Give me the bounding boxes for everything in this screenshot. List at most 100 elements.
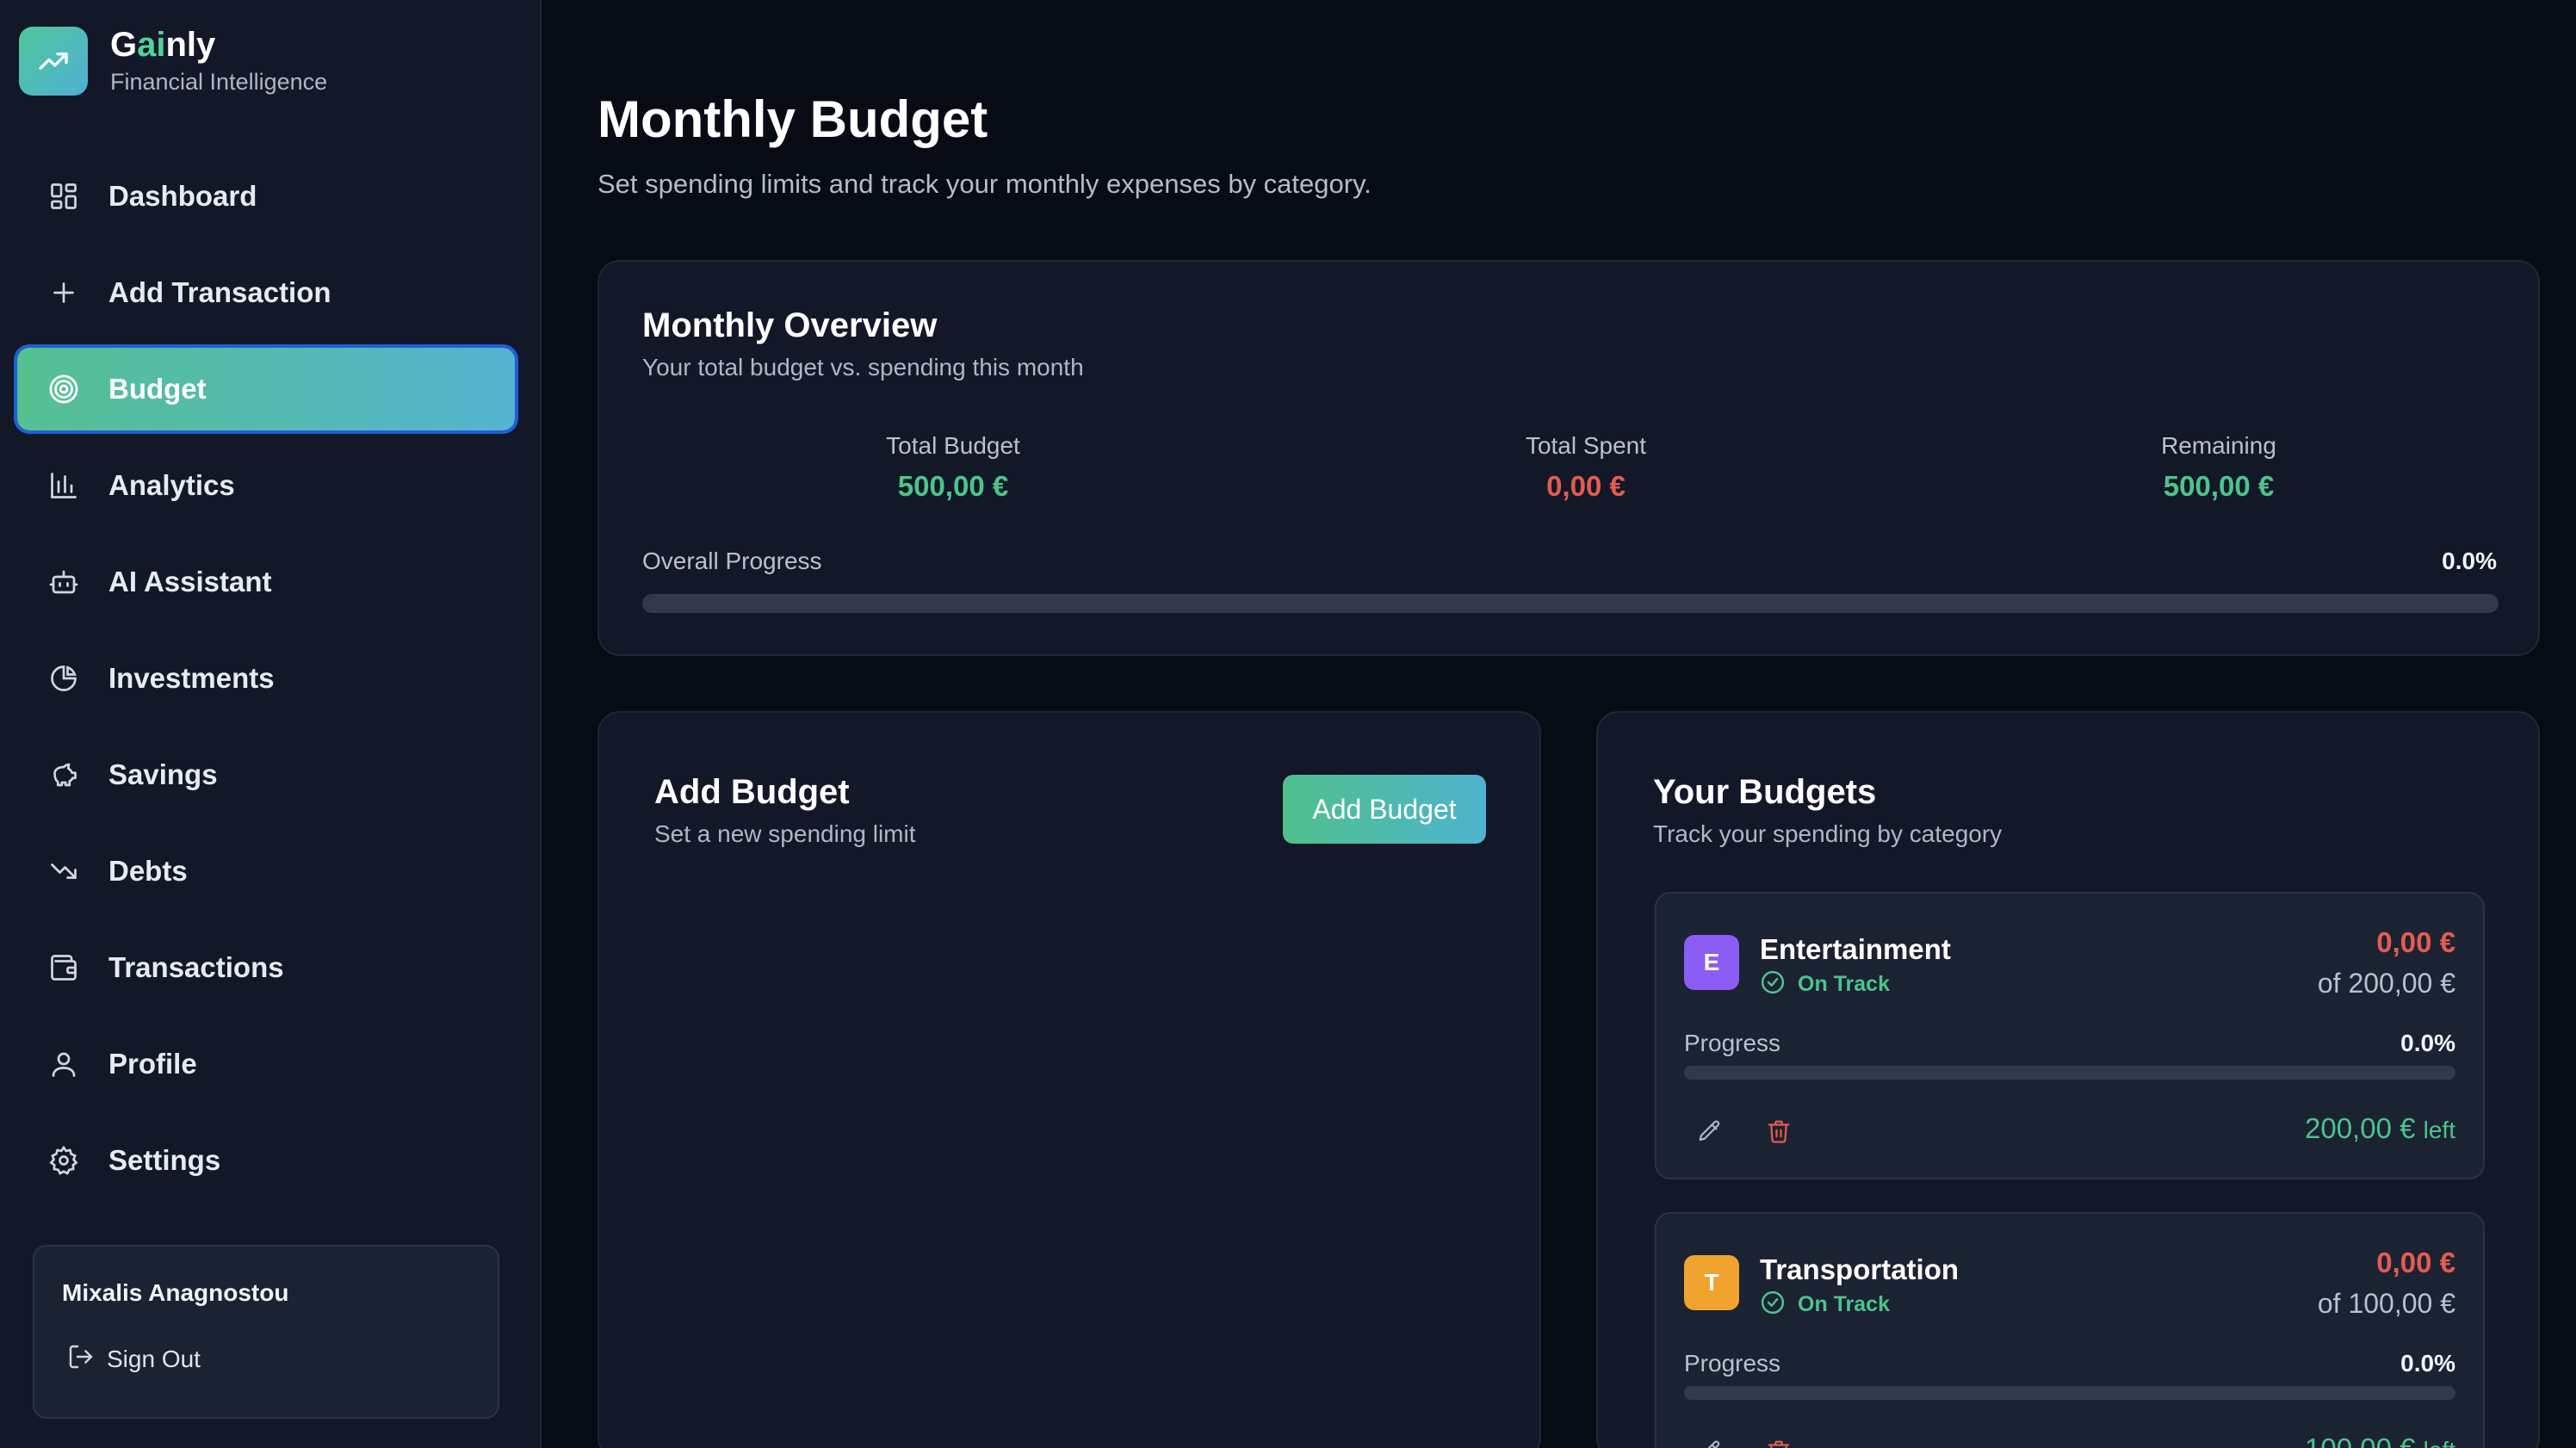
gear-icon [46,1143,81,1178]
progress-label: Progress [1684,1030,1781,1056]
edit-button[interactable] [1693,1434,1727,1448]
progress-bar [1684,1066,2455,1080]
limit-amount: of 100,00 € [2317,1288,2455,1319]
main-content: Monthly Budget Set spending limits and t… [542,0,2576,1448]
pencil-icon [1699,1120,1720,1142]
sidebar-item-label: AI Assistant [108,566,272,597]
sign-out-button[interactable]: Sign Out [67,1343,201,1375]
category-name: Transportation [1760,1253,1960,1285]
add-budget-title: Add Budget [654,773,850,811]
overview-subtitle: Your total budget vs. spending this mont… [642,354,1084,381]
check-circle-icon [1760,1290,1786,1320]
sidebar-nav: Dashboard Add Transaction Budget Analyti… [17,155,515,1216]
sidebar-item-label: Transactions [108,951,284,983]
category-name: Entertainment [1760,933,1951,965]
status-label: On Track [1798,1292,1890,1316]
brand-name: Gainly [110,26,216,64]
sidebar-item-add-transaction[interactable]: Add Transaction [17,251,515,334]
budget-item-entertainment: E Entertainment On Track 0,00 € of 200,0… [1655,892,2485,1179]
sidebar-item-debts[interactable]: Debts [17,830,515,913]
sidebar-item-label: Profile [108,1048,197,1080]
sidebar-item-analytics[interactable]: Analytics [17,444,515,527]
stat-value: 0,00 € [1546,470,1625,502]
budget-item-transportation: T Transportation On Track 0,00 € of 100,… [1655,1212,2485,1448]
bar-chart-icon [46,468,81,503]
add-budget-subtitle: Set a new spending limit [654,820,916,847]
remaining-stat: Remaining 500,00 € [2047,432,2391,503]
status-label: On Track [1798,972,1890,996]
sidebar-item-label: Investments [108,662,275,694]
category-avatar: E [1684,935,1739,990]
brand-subtitle: Financial Intelligence [110,69,328,95]
sidebar-item-label: Add Transaction [108,276,331,308]
log-out-icon [67,1343,95,1375]
your-budgets-subtitle: Track your spending by category [1653,820,2003,847]
stat-value: 500,00 € [2163,470,2275,502]
target-icon [46,372,81,406]
sidebar-item-label: Savings [108,758,218,790]
sidebar-item-budget[interactable]: Budget [17,348,515,430]
add-budget-button[interactable]: Add Budget [1283,775,1486,844]
check-circle-icon [1760,969,1786,999]
sidebar-item-settings[interactable]: Settings [17,1119,515,1202]
trash-icon [1768,1120,1790,1143]
edit-button[interactable] [1693,1114,1727,1148]
sidebar-item-transactions[interactable]: Transactions [17,926,515,1009]
status-badge: On Track [1760,969,1890,999]
page-title: Monthly Budget [598,90,988,148]
overall-progress-percent: 0.0% [2442,548,2497,574]
sidebar-item-label: Settings [108,1144,221,1176]
stat-label: Remaining [2161,432,2276,459]
piggy-bank-icon [46,758,81,792]
sidebar-item-investments[interactable]: Investments [17,637,515,720]
sidebar-item-label: Dashboard [108,180,257,212]
remaining-amount: 100,00 € left [2305,1433,2455,1448]
sidebar-item-label: Analytics [108,469,235,501]
total-budget-stat: Total Budget 500,00 € [781,432,1125,503]
user-card: Mixalis Anagnostou Sign Out [33,1245,499,1419]
progress-bar [1684,1386,2455,1400]
progress-percent: 0.0% [2400,1350,2455,1377]
wallet-icon [46,950,81,985]
sign-out-label: Sign Out [107,1345,201,1372]
your-budgets-card: Your Budgets Track your spending by cate… [1596,711,2540,1448]
pie-chart-icon [46,661,81,696]
stat-value: 500,00 € [897,470,1009,502]
category-avatar: T [1684,1255,1739,1310]
trending-down-icon [46,854,81,888]
dashboard-grid-icon [46,179,81,213]
monthly-overview-card: Monthly Overview Your total budget vs. s… [598,260,2540,656]
limit-amount: of 200,00 € [2317,968,2455,999]
your-budgets-title: Your Budgets [1653,773,1877,811]
pencil-icon [1707,1440,1720,1448]
overall-progress-bar [642,594,2499,613]
total-spent-stat: Total Spent 0,00 € [1414,432,1758,503]
sidebar-item-savings[interactable]: Savings [17,733,515,816]
sidebar-item-label: Debts [108,855,188,887]
sidebar: Gainly Financial Intelligence Dashboard … [0,0,542,1448]
add-budget-card: Add Budget Set a new spending limit Add … [598,711,1541,1448]
trending-up-logo-icon [19,26,88,96]
progress-label: Progress [1684,1350,1781,1377]
stat-label: Total Budget [886,432,1020,459]
sidebar-item-ai-assistant[interactable]: AI Assistant [17,541,515,623]
user-icon [46,1047,81,1081]
trash-icon [1768,1440,1790,1448]
delete-button[interactable] [1762,1114,1796,1148]
remaining-amount: 200,00 € left [2305,1112,2455,1144]
brand[interactable]: Gainly Financial Intelligence [19,26,327,96]
plus-icon [46,275,81,310]
status-badge: On Track [1760,1290,1890,1320]
sidebar-item-label: Budget [108,373,207,405]
overall-progress-label: Overall Progress [642,548,822,574]
overview-title: Monthly Overview [642,306,938,344]
progress-percent: 0.0% [2400,1030,2455,1056]
spent-amount: 0,00 € [2376,926,2455,958]
robot-icon [46,565,81,599]
page-subtitle: Set spending limits and track your month… [598,169,1372,199]
stat-label: Total Spent [1525,432,1647,459]
sidebar-item-profile[interactable]: Profile [17,1023,515,1105]
sidebar-item-dashboard[interactable]: Dashboard [17,155,515,238]
user-name: Mixalis Anagnostou [62,1279,289,1306]
delete-button[interactable] [1762,1434,1796,1448]
